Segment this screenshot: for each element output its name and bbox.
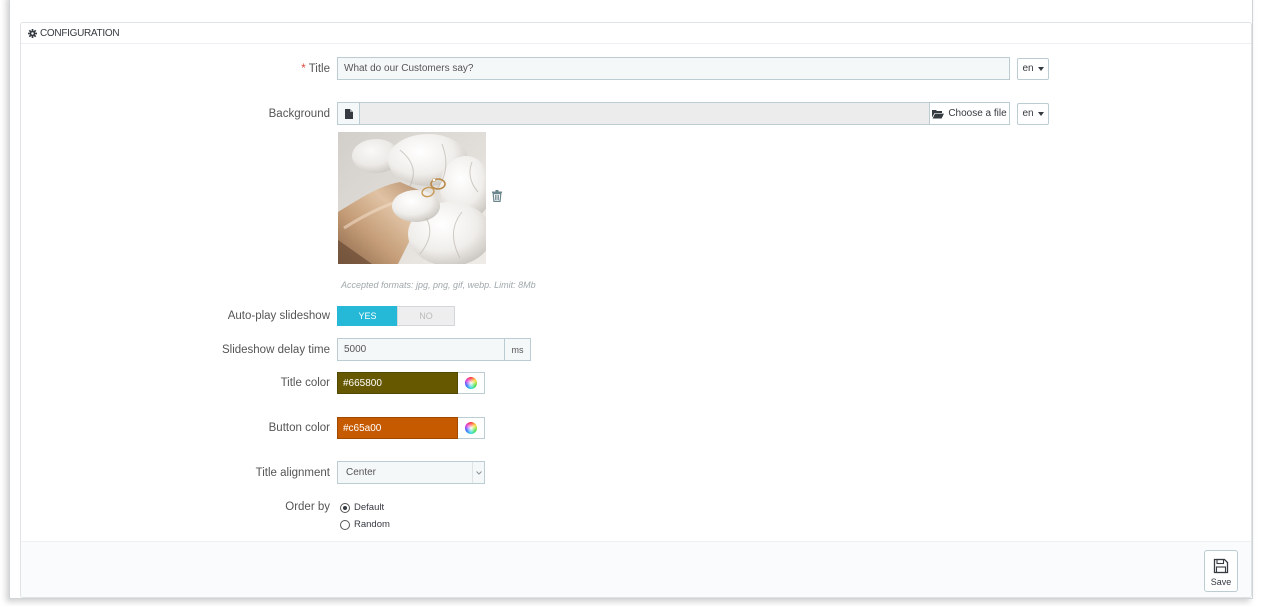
file-icon (337, 102, 359, 125)
save-icon (1213, 558, 1229, 574)
radio-label: Default (354, 502, 385, 513)
caret-down-icon (1037, 111, 1044, 116)
button-color-input[interactable]: #c65a00 (337, 417, 458, 439)
delay-unit: ms (505, 338, 531, 361)
title-color-input[interactable]: #665800 (337, 372, 458, 394)
radio-button[interactable] (340, 502, 350, 513)
background-language-dropdown[interactable]: en (1017, 102, 1049, 125)
choose-file-label: Choose a file (948, 108, 1007, 119)
button-color-picker-button[interactable] (458, 417, 485, 439)
button-color-row: Button color #c65a00 (21, 417, 485, 439)
title-color-row: Title color #665800 (21, 372, 485, 394)
order-by-label: Order by (285, 501, 330, 513)
title-label-text: Title (308, 62, 330, 75)
title-input[interactable] (337, 57, 1010, 80)
language-code: en (1022, 108, 1034, 119)
autoplay-yes-option[interactable]: YES (337, 306, 397, 326)
configuration-panel: CONFIGURATION * Title en Background Choo… (20, 22, 1252, 598)
background-row: Background Choose a file en (21, 102, 1049, 125)
autoplay-no-option[interactable]: NO (397, 306, 455, 326)
caret-down-icon (1037, 66, 1044, 71)
color-wheel-icon (465, 377, 477, 389)
radio-button[interactable] (340, 519, 350, 530)
trash-icon[interactable] (491, 189, 503, 202)
order-by-row: Order by Default Random (21, 499, 390, 533)
gear-icon (28, 28, 37, 38)
title-language-dropdown[interactable]: en (1017, 57, 1049, 80)
choose-file-button[interactable]: Choose a file (930, 102, 1010, 125)
background-controls: Choose a file en (337, 102, 1049, 125)
title-alignment-label: Title alignment (255, 466, 330, 479)
panel-title: CONFIGURATION (40, 27, 120, 39)
button-color-label: Button color (268, 422, 330, 434)
color-wheel-icon (465, 422, 477, 434)
autoplay-row: Auto-play slideshow YES NO (21, 306, 455, 326)
save-label: Save (1210, 577, 1232, 587)
language-code: en (1022, 63, 1034, 74)
required-asterisk: * (301, 62, 306, 75)
save-button[interactable]: Save (1204, 550, 1238, 592)
title-color-picker-button[interactable] (458, 372, 485, 394)
autoplay-label: Auto-play slideshow (227, 310, 330, 322)
title-alignment-select[interactable]: Center (337, 461, 485, 484)
title-color-controls: #665800 (337, 372, 485, 394)
folder-open-icon (932, 109, 945, 119)
title-color-label: Title color (280, 377, 330, 389)
title-label: * Title (21, 63, 330, 75)
title-alignment-controls: Center (337, 461, 485, 484)
title-alignment-selected: Center (346, 467, 377, 478)
background-label: Background (268, 107, 330, 120)
background-file-input[interactable] (359, 102, 930, 125)
order-by-options: Default Random (340, 499, 390, 533)
order-by-default-option[interactable]: Default (340, 499, 384, 516)
chevron-down-icon (472, 462, 484, 483)
delay-row: Slideshow delay time ms (21, 338, 531, 361)
title-row: * Title en (21, 57, 1049, 80)
panel-heading: CONFIGURATION (21, 23, 1251, 44)
title-controls: en (337, 57, 1049, 80)
background-help-text: Accepted formats: jpg, png, gif, webp. L… (341, 280, 536, 290)
delay-label: Slideshow delay time (221, 343, 330, 356)
order-by-random-option[interactable]: Random (340, 516, 390, 533)
panel-footer: Save (21, 541, 1251, 597)
autoplay-switch[interactable]: YES NO (337, 306, 455, 326)
button-color-controls: #c65a00 (337, 417, 485, 439)
delay-controls: ms (337, 338, 531, 361)
title-alignment-row: Title alignment Center (21, 461, 485, 484)
background-image-preview (338, 132, 486, 264)
radio-label: Random (354, 519, 390, 530)
delay-input[interactable] (337, 338, 505, 361)
